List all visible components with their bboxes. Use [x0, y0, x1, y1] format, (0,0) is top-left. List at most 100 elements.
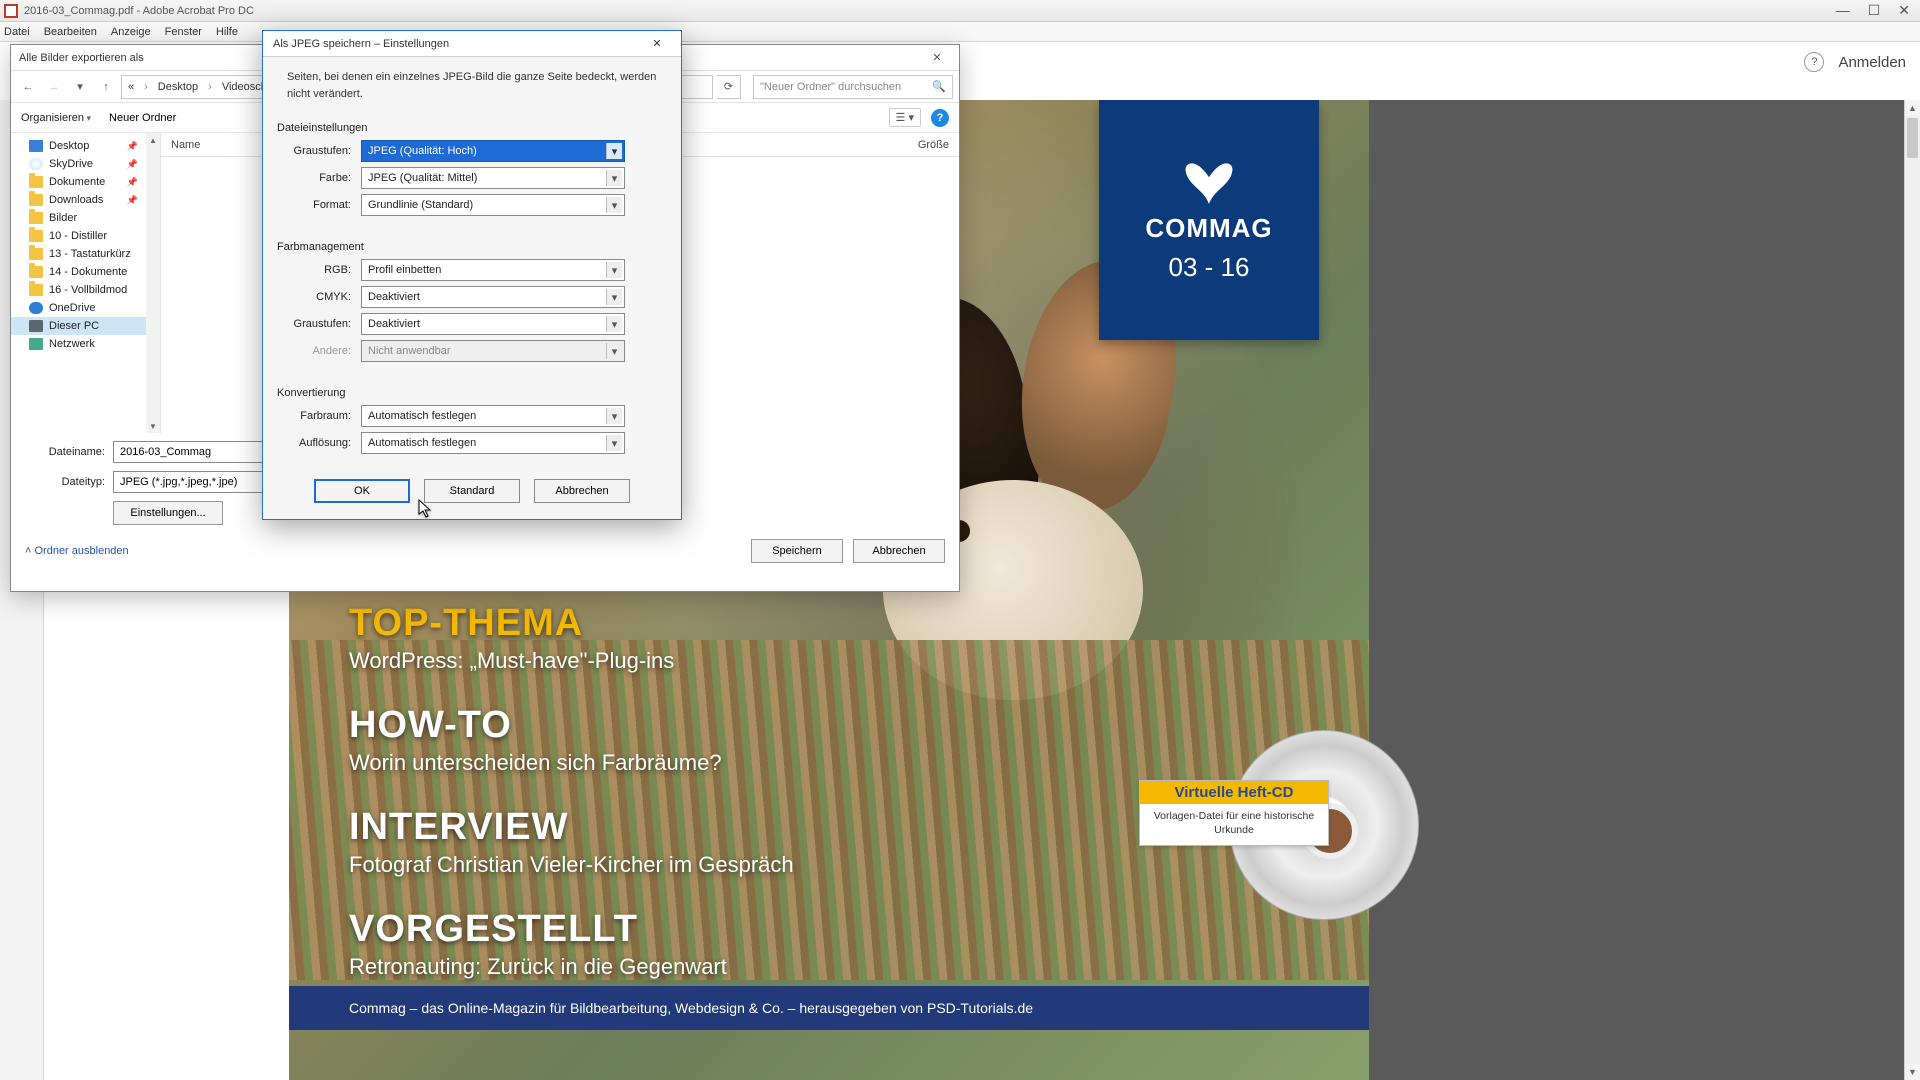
chevron-down-icon[interactable]: ▾: [606, 262, 622, 278]
select-grayscale[interactable]: JPEG (Qualität: Hoch)▾: [361, 140, 625, 162]
select-colorspace[interactable]: Automatisch festlegen▾: [361, 405, 625, 427]
cd-subtitle: Vorlagen-Datei für eine historische Urku…: [1150, 809, 1318, 837]
scroll-down-icon[interactable]: ▼: [1905, 1064, 1920, 1080]
chevron-down-icon[interactable]: ▾: [606, 289, 622, 305]
sidebar-item[interactable]: Downloads📌: [11, 191, 160, 209]
cancel-button[interactable]: Abbrechen: [534, 479, 630, 503]
chevron-down-icon[interactable]: ▾: [606, 408, 622, 424]
header-right: ? Anmelden: [1804, 52, 1906, 72]
folder-icon: [29, 230, 43, 242]
sidebar-item-label: 13 - Tastaturkürz: [49, 248, 131, 260]
select-format[interactable]: Grundlinie (Standard)▾: [361, 194, 625, 216]
refresh-icon[interactable]: ⟳: [717, 75, 741, 99]
standard-button[interactable]: Standard: [424, 479, 520, 503]
butterfly-icon: [1181, 157, 1237, 205]
filetype-value: JPEG (*.jpg,*.jpeg,*.jpe): [120, 476, 237, 488]
sidebar-item[interactable]: SkyDrive📌: [11, 155, 160, 173]
jpeg-dialog-close-icon[interactable]: ✕: [643, 35, 671, 53]
sidebar-item[interactable]: 13 - Tastaturkürz: [11, 245, 160, 263]
jpeg-dialog-titlebar: Als JPEG speichern – Einstellungen ✕: [263, 31, 681, 57]
cover-sub: Worin unterscheiden sich Farbräume?: [349, 750, 794, 776]
cd-badge: Virtuelle Heft-CD Vorlagen-Datei für ein…: [1139, 770, 1419, 920]
watermark-butterfly-icon: [55, 1000, 119, 1056]
cover-heading: INTERVIEW: [349, 806, 794, 849]
chevron-down-icon[interactable]: ▾: [606, 316, 622, 332]
cover-sub: Fotograf Christian Vieler-Kircher im Ges…: [349, 852, 794, 878]
magazine-logo-box: COMMAG 03 - 16: [1099, 100, 1319, 340]
group-title: Konvertierung: [277, 387, 669, 399]
sidebar-item-label: 16 - Vollbildmod: [49, 284, 127, 296]
menu-hilfe[interactable]: Hilfe: [216, 26, 238, 38]
cover-sub: WordPress: „Must-have"-Plug-ins: [349, 648, 794, 674]
save-dialog-close-icon[interactable]: ✕: [921, 48, 953, 66]
maximize-icon[interactable]: ☐: [1868, 2, 1881, 19]
scroll-thumb[interactable]: [1907, 118, 1918, 158]
scroll-up-icon[interactable]: ▲: [1905, 100, 1920, 116]
folder-icon: [29, 176, 43, 188]
search-input[interactable]: "Neuer Ordner" durchsuchen 🔍: [753, 75, 953, 99]
hide-folders-link[interactable]: Ordner ausblenden: [25, 545, 129, 557]
select-cmyk[interactable]: Deaktiviert▾: [361, 286, 625, 308]
help-icon[interactable]: ?: [1804, 52, 1824, 72]
chevron-down-icon[interactable]: ▾: [606, 435, 622, 451]
menu-datei[interactable]: Datei: [4, 26, 30, 38]
sidebar-item[interactable]: 16 - Vollbildmod: [11, 281, 160, 299]
select-gray[interactable]: Deaktiviert▾: [361, 313, 625, 335]
sidebar-item[interactable]: Bilder: [11, 209, 160, 227]
cd-title: Virtuelle Heft-CD: [1140, 781, 1328, 804]
explorer-help-icon[interactable]: ?: [931, 109, 949, 127]
scroll-up-icon[interactable]: ▲: [146, 133, 160, 147]
cover-heading: HOW-TO: [349, 704, 794, 747]
save-button[interactable]: Speichern: [751, 539, 843, 563]
sidebar-item-label: Dieser PC: [49, 320, 99, 332]
crumb[interactable]: Desktop: [158, 81, 198, 93]
view-mode-button[interactable]: ☰ ▾: [889, 108, 921, 127]
nav-back-icon[interactable]: ←: [17, 76, 39, 98]
sidebar-item[interactable]: Desktop 📌: [11, 137, 160, 155]
jpeg-note: Seiten, bei denen ein einzelnes JPEG-Bil…: [263, 57, 681, 112]
settings-button[interactable]: Einstellungen...: [113, 501, 223, 525]
nav-up-icon[interactable]: ↑: [95, 76, 117, 98]
nav-forward-icon[interactable]: →: [43, 76, 65, 98]
sidebar-item[interactable]: Dokumente📌: [11, 173, 160, 191]
col-name[interactable]: Name: [171, 139, 200, 151]
login-link[interactable]: Anmelden: [1838, 54, 1906, 71]
search-icon[interactable]: 🔍: [932, 80, 946, 93]
group-conversion: Konvertierung Farbraum: Automatisch fest…: [263, 377, 681, 469]
chevron-down-icon[interactable]: ▾: [606, 170, 622, 186]
sidebar-item-label: Desktop: [49, 140, 89, 152]
sidebar-item[interactable]: Netzwerk: [11, 335, 160, 353]
select-color[interactable]: JPEG (Qualität: Mittel)▾: [361, 167, 625, 189]
save-dialog-title: Alle Bilder exportieren als: [19, 52, 144, 64]
vertical-scrollbar[interactable]: ▲ ▼: [1904, 100, 1920, 1080]
chevron-down-icon[interactable]: ▾: [606, 143, 622, 159]
new-folder-button[interactable]: Neuer Ordner: [109, 112, 176, 124]
menu-anzeige[interactable]: Anzeige: [111, 26, 151, 38]
chevron-down-icon: ▾: [606, 343, 622, 359]
organize-menu[interactable]: Organisieren: [21, 112, 91, 124]
desktop-icon: [29, 140, 43, 152]
minimize-icon[interactable]: —: [1836, 2, 1850, 19]
sidebar-item[interactable]: 10 - Distiller: [11, 227, 160, 245]
select-resolution[interactable]: Automatisch festlegen▾: [361, 432, 625, 454]
chevron-down-icon[interactable]: ▾: [606, 197, 622, 213]
cover-footer: Commag – das Online-Magazin für Bildbear…: [289, 986, 1369, 1030]
cover-heading: TOP-THEMA: [349, 602, 794, 645]
col-size[interactable]: Größe: [918, 139, 949, 151]
close-icon[interactable]: ✕: [1898, 2, 1910, 19]
select-rgb[interactable]: Profil einbetten▾: [361, 259, 625, 281]
menu-bearbeiten[interactable]: Bearbeiten: [44, 26, 97, 38]
nav-recent-icon[interactable]: ▾: [69, 76, 91, 98]
crumb[interactable]: «: [128, 81, 134, 93]
sidebar-scrollbar[interactable]: ▲ ▼: [146, 133, 160, 433]
sidebar-item[interactable]: OneDrive: [11, 299, 160, 317]
cancel-button[interactable]: Abbrechen: [853, 539, 945, 563]
pin-icon: 📌: [127, 141, 138, 152]
ok-button[interactable]: OK: [314, 479, 410, 503]
sidebar-item-label: Dokumente: [49, 176, 105, 188]
scroll-down-icon[interactable]: ▼: [146, 419, 160, 433]
menu-fenster[interactable]: Fenster: [165, 26, 202, 38]
sidebar-item[interactable]: Dieser PC: [11, 317, 160, 335]
filetype-label: Dateityp:: [25, 476, 113, 488]
sidebar-item[interactable]: 14 - Dokumente: [11, 263, 160, 281]
